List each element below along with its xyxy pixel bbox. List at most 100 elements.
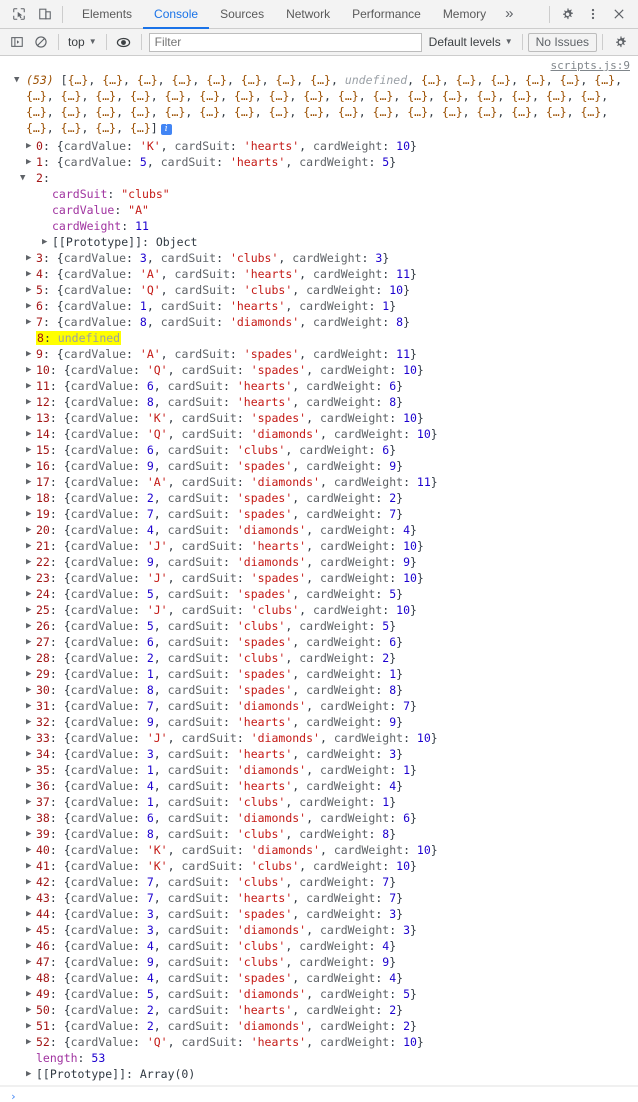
array-entry-row[interactable]: ▶ 4: {cardValue: 'A', cardSuit: 'hearts',… [0,266,638,282]
log-levels-select[interactable]: Default levels ▼ [425,32,517,52]
entry-disclosure-triangle[interactable]: ▶ [26,570,31,586]
filter-input[interactable] [148,32,422,52]
array-entry-row[interactable]: ▶ 35: {cardValue: 1, cardSuit: 'diamonds'… [0,762,638,778]
expanded-prototype-row[interactable]: ▶ [[Prototype]]: Object [0,234,638,250]
array-entry-row[interactable]: ▶ 43: {cardValue: 7, cardSuit: 'hearts', … [0,890,638,906]
live-expression-icon[interactable] [112,31,136,53]
array-entry-row[interactable]: ▶ 48: {cardValue: 4, cardSuit: 'spades', … [0,970,638,986]
entry-disclosure-triangle[interactable]: ▶ [26,618,31,634]
array-entry-row[interactable]: ▶ 0: {cardValue: 'K', cardSuit: 'hearts',… [0,138,638,154]
entry-disclosure-triangle[interactable]: ▶ [26,1034,31,1050]
entry-disclosure-triangle[interactable]: ▶ [26,154,31,170]
entry-disclosure-triangle[interactable]: ▶ [26,394,31,410]
array-entry-row[interactable]: ▶ 44: {cardValue: 3, cardSuit: 'spades', … [0,906,638,922]
close-icon[interactable] [606,1,632,27]
entry-disclosure-triangle[interactable]: ▶ [26,938,31,954]
entry-disclosure-triangle[interactable]: ▶ [26,250,31,266]
clear-console-icon[interactable] [29,31,53,53]
array-entry-row[interactable]: ▶ 18: {cardValue: 2, cardSuit: 'spades', … [0,490,638,506]
entry-disclosure-triangle[interactable]: ▶ [26,538,31,554]
array-entry-row[interactable]: ▶ 30: {cardValue: 8, cardSuit: 'spades', … [0,682,638,698]
array-entry-row[interactable]: ▶ 31: {cardValue: 7, cardSuit: 'diamonds'… [0,698,638,714]
entry-disclosure-triangle[interactable]: ▶ [26,138,31,154]
more-tabs-icon[interactable]: » [497,0,521,29]
array-entry-row[interactable]: ▶ 42: {cardValue: 7, cardSuit: 'clubs', c… [0,874,638,890]
array-entry-row[interactable]: ▶ 49: {cardValue: 5, cardSuit: 'diamonds'… [0,986,638,1002]
entry-disclosure-triangle[interactable]: ▶ [26,954,31,970]
array-entry-row[interactable]: ▶ 40: {cardValue: 'K', cardSuit: 'diamond… [0,842,638,858]
array-entry-row[interactable]: ▶ 38: {cardValue: 6, cardSuit: 'diamonds'… [0,810,638,826]
console-sidebar-icon[interactable] [5,31,29,53]
array-entry-row[interactable]: ▶ 7: {cardValue: 8, cardSuit: 'diamonds',… [0,314,638,330]
entry-disclosure-triangle[interactable]: ▶ [26,458,31,474]
array-entry-row[interactable]: ▶ 14: {cardValue: 'Q', cardSuit: 'diamond… [0,426,638,442]
array-entry-row[interactable]: ▶ 39: {cardValue: 8, cardSuit: 'clubs', c… [0,826,638,842]
entry-disclosure-triangle[interactable]: ▶ [26,986,31,1002]
array-entry-row[interactable]: ▶ 5: {cardValue: 'Q', cardSuit: 'clubs', … [0,282,638,298]
array-entry-row[interactable]: ▶ 25: {cardValue: 'J', cardSuit: 'clubs',… [0,602,638,618]
array-entry-row[interactable]: ▶ 1: {cardValue: 5, cardSuit: 'hearts', c… [0,154,638,170]
tab-console[interactable]: Console [143,0,210,29]
array-entry-row[interactable]: ▶ 13: {cardValue: 'K', cardSuit: 'spades'… [0,410,638,426]
tab-network[interactable]: Network [275,0,341,29]
prototype-disclosure-triangle-inner[interactable]: ▶ [42,234,47,250]
array-entry-row[interactable]: ▶ 20: {cardValue: 4, cardSuit: 'diamonds'… [0,522,638,538]
device-toolbar-icon[interactable] [32,1,58,27]
entry-disclosure-triangle[interactable]: ▶ [26,682,31,698]
entry-disclosure-triangle[interactable]: ▶ [26,1018,31,1034]
entry-disclosure-triangle[interactable]: ▶ [26,810,31,826]
array-entry-row[interactable]: ▶ 41: {cardValue: 'K', cardSuit: 'clubs',… [0,858,638,874]
entry-disclosure-triangle[interactable]: ▶ [26,890,31,906]
array-entry-row[interactable]: ▶ 15: {cardValue: 6, cardSuit: 'clubs', c… [0,442,638,458]
array-entry-row[interactable]: ▶ 52: {cardValue: 'Q', cardSuit: 'hearts'… [0,1034,638,1050]
array-entry-row[interactable]: ▶ 23: {cardValue: 'J', cardSuit: 'spades'… [0,570,638,586]
console-settings-gear-icon[interactable] [608,31,632,53]
entry-disclosure-triangle[interactable]: ▶ [26,666,31,682]
inspect-element-icon[interactable] [6,1,32,27]
array-entry-row[interactable]: ▶ 24: {cardValue: 5, cardSuit: 'spades', … [0,586,638,602]
console-output[interactable]: scripts.js:9 ▼ (53) [{…}, {…}, {…}, {…},… [0,56,638,1102]
array-entry-row[interactable]: ▶ 51: {cardValue: 2, cardSuit: 'diamonds'… [0,1018,638,1034]
array-entry-row[interactable]: ▶ 27: {cardValue: 6, cardSuit: 'spades', … [0,634,638,650]
entry-disclosure-triangle[interactable]: ▼ [20,170,25,186]
array-entry-row[interactable]: ▶ 29: {cardValue: 1, cardSuit: 'spades', … [0,666,638,682]
entry-disclosure-triangle[interactable]: ▶ [26,746,31,762]
array-disclosure-triangle[interactable]: ▼ [14,72,24,88]
array-entry-row[interactable]: ▶ 19: {cardValue: 7, cardSuit: 'spades', … [0,506,638,522]
entry-disclosure-triangle[interactable]: ▶ [26,586,31,602]
entry-disclosure-triangle[interactable]: ▶ [26,826,31,842]
array-entry-row[interactable]: ▶ 10: {cardValue: 'Q', cardSuit: 'spades'… [0,362,638,378]
entry-disclosure-triangle[interactable]: ▶ [26,346,31,362]
entry-disclosure-triangle[interactable]: ▶ [26,522,31,538]
array-entry-row[interactable]: ▶ 45: {cardValue: 3, cardSuit: 'diamonds'… [0,922,638,938]
array-entry-row[interactable]: ▶ 47: {cardValue: 9, cardSuit: 'clubs', c… [0,954,638,970]
array-entry-row[interactable]: ▶ 32: {cardValue: 9, cardSuit: 'hearts', … [0,714,638,730]
array-entry-row[interactable]: ▶ 36: {cardValue: 4, cardSuit: 'hearts', … [0,778,638,794]
entry-disclosure-triangle[interactable]: ▶ [26,442,31,458]
entry-disclosure-triangle[interactable]: ▶ [26,410,31,426]
tab-memory[interactable]: Memory [432,0,497,29]
array-entry-row[interactable]: ▶ 34: {cardValue: 3, cardSuit: 'hearts', … [0,746,638,762]
entry-disclosure-triangle[interactable]: ▶ [26,730,31,746]
array-entry-row[interactable]: ▶ 50: {cardValue: 2, cardSuit: 'hearts', … [0,1002,638,1018]
kebab-menu-icon[interactable] [580,1,606,27]
entry-disclosure-triangle[interactable]: ▶ [26,362,31,378]
entry-disclosure-triangle[interactable]: ▶ [26,698,31,714]
entry-disclosure-triangle[interactable]: ▶ [26,906,31,922]
entry-disclosure-triangle[interactable]: ▶ [26,490,31,506]
entry-disclosure-triangle[interactable]: ▶ [26,266,31,282]
entry-disclosure-triangle[interactable]: ▶ [26,554,31,570]
entry-disclosure-triangle[interactable]: ▶ [26,426,31,442]
entry-disclosure-triangle[interactable]: ▶ [26,874,31,890]
info-badge[interactable]: i [160,124,172,135]
array-entry-row[interactable]: ▶ 9: {cardValue: 'A', cardSuit: 'spades',… [0,346,638,362]
entry-disclosure-triangle[interactable]: ▶ [26,794,31,810]
entry-disclosure-triangle[interactable]: ▶ [26,714,31,730]
array-entry-row[interactable]: ▶ 22: {cardValue: 9, cardSuit: 'diamonds'… [0,554,638,570]
tab-elements[interactable]: Elements [71,0,143,29]
entry-disclosure-triangle[interactable]: ▶ [26,314,31,330]
tab-performance[interactable]: Performance [341,0,432,29]
array-entry-row[interactable]: ▶ 33: {cardValue: 'J', cardSuit: 'diamond… [0,730,638,746]
entry-disclosure-triangle[interactable]: ▶ [26,634,31,650]
array-entry-row[interactable]: ▶ 11: {cardValue: 6, cardSuit: 'hearts', … [0,378,638,394]
